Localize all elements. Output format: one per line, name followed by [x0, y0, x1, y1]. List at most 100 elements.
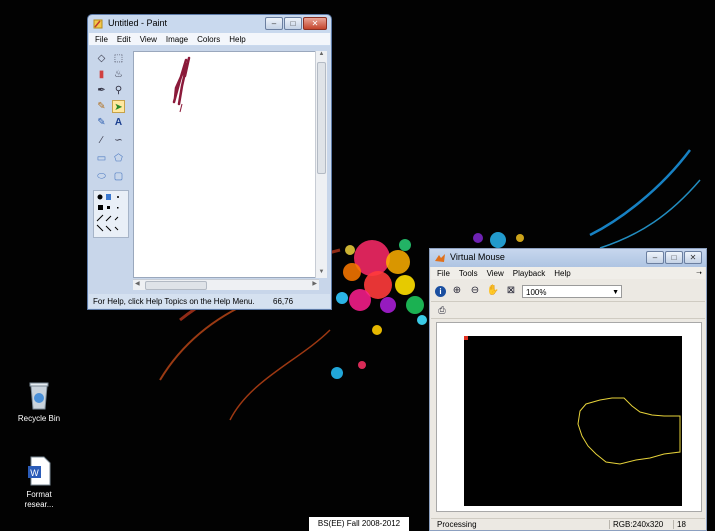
wallpaper-circle [349, 289, 371, 311]
paint-title: Untitled - Paint [108, 18, 168, 28]
zoom-out-icon[interactable]: ⊖ [468, 284, 482, 298]
wallpaper-circle [343, 263, 361, 281]
wallpaper-circle [345, 245, 355, 255]
export-image-icon[interactable]: ⎙ [435, 303, 449, 317]
menu-file[interactable]: File [437, 269, 450, 278]
wallpaper-circle [331, 367, 343, 379]
rounded-rect-tool-icon[interactable]: ▢ [112, 170, 125, 183]
paint-statusbar: For Help, click Help Topics on the Help … [89, 294, 330, 308]
menu-help[interactable]: Help [554, 269, 570, 278]
close-button[interactable]: ✕ [684, 251, 702, 264]
info-icon[interactable]: i [435, 285, 446, 297]
free-select-icon[interactable]: ◇ [95, 52, 108, 65]
vmouse-toolbar-secondary: ⎙ [431, 302, 705, 319]
wallpaper-circle [386, 250, 410, 274]
eraser-icon[interactable]: ▮ [95, 68, 108, 81]
wallpaper-circle [399, 239, 411, 251]
pencil-icon[interactable]: ✎ [95, 100, 108, 113]
pan-hand-icon[interactable]: ✋ [486, 284, 500, 298]
menu-image[interactable]: Image [166, 35, 188, 44]
rectangle-tool-icon[interactable]: ▭ [95, 152, 108, 165]
menu-view[interactable]: View [140, 35, 157, 44]
minimize-button[interactable]: – [646, 251, 664, 264]
line-tool-icon[interactable]: ∕ [95, 134, 108, 147]
frame-counter: 18 [673, 520, 686, 529]
airbrush-icon[interactable]: ✎ [95, 116, 108, 129]
menu-help[interactable]: Help [229, 35, 245, 44]
wallpaper-circle [417, 315, 427, 325]
recycle-bin-icon [29, 382, 49, 410]
menu-playback[interactable]: Playback [513, 269, 545, 278]
menu-view[interactable]: View [487, 269, 504, 278]
close-button[interactable]: ✕ [303, 17, 327, 30]
color-picker-icon[interactable]: ✒ [95, 84, 108, 97]
zoom-in-icon[interactable]: ⊕ [450, 284, 464, 298]
scroll-thumb[interactable] [317, 62, 326, 174]
text-tool-icon[interactable]: A [112, 116, 125, 129]
maximize-button[interactable]: □ [665, 251, 683, 264]
fit-to-window-icon[interactable]: ⊠ [504, 284, 518, 298]
vmouse-menubar: File Tools View Playback Help ➝ [431, 267, 705, 279]
wallpaper-swirl [599, 179, 701, 249]
zoom-level-select[interactable]: 100% ▼ [522, 284, 622, 299]
scroll-up-icon[interactable]: ▲ [316, 51, 327, 60]
drawn-stroke [172, 56, 191, 113]
desktop-icon-label: Recycle Bin [17, 414, 61, 423]
paint-body: ◇ ⬚ ▮ ♨ ✒ ⚲ ✎ ➤ ✎ A ∕ ∽ ▭ ⬠ ⬭ ▢ ▲ ▼ ◀ ▶ [89, 46, 330, 294]
vmouse-toolbar: i ⊕ ⊖ ✋ ⊠ 100% ▼ [431, 281, 705, 302]
wallpaper-circle [490, 232, 506, 248]
desktop-icon-recycle-bin[interactable]: Recycle Bin [14, 380, 64, 424]
paint-canvas[interactable] [133, 51, 319, 278]
chevron-down-icon[interactable]: ▼ [612, 286, 619, 299]
taskbar-label: BS(EE) Fall 2008-2012 [309, 517, 409, 531]
wallpaper-circle [372, 325, 382, 335]
fill-bucket-icon[interactable]: ♨ [112, 68, 125, 81]
brush-size-options-icon[interactable] [93, 190, 129, 238]
menu-edit[interactable]: Edit [117, 35, 131, 44]
status-text: Processing [437, 520, 477, 529]
menu-file[interactable]: File [95, 35, 108, 44]
wallpaper-swirl [589, 149, 691, 237]
desktop-icon-label: Format resear... [24, 490, 54, 509]
video-frame[interactable] [464, 336, 682, 506]
paint-titlebar[interactable]: Untitled - Paint – □ ✕ [88, 15, 331, 33]
paint-window-buttons: – □ ✕ [265, 17, 327, 30]
video-preview-panel [436, 322, 702, 512]
svg-text:W: W [30, 468, 39, 478]
horizontal-scrollbar[interactable]: ◀ ▶ [133, 279, 319, 290]
rect-select-icon[interactable]: ⬚ [112, 52, 125, 65]
scroll-down-icon[interactable]: ▼ [316, 269, 327, 278]
scroll-left-icon[interactable]: ◀ [135, 280, 140, 287]
menu-colors[interactable]: Colors [197, 35, 220, 44]
scroll-right-icon[interactable]: ▶ [312, 280, 317, 287]
polygon-tool-icon[interactable]: ⬠ [112, 152, 125, 165]
menubar-arrow-icon[interactable]: ➝ [696, 269, 702, 277]
vmouse-window-buttons: – □ ✕ [646, 251, 702, 264]
word-document-icon: W [28, 456, 51, 486]
desktop-icon-format-research[interactable]: W Format resear... [14, 456, 64, 510]
status-help-text: For Help, click Help Topics on the Help … [93, 296, 255, 306]
wallpaper-circle [473, 233, 483, 243]
maximize-button[interactable]: □ [284, 17, 302, 30]
paint-window[interactable]: Untitled - Paint – □ ✕ File Edit View Im… [87, 14, 332, 310]
scroll-thumb[interactable] [145, 281, 207, 290]
cursor-coords: 66,76 [273, 296, 294, 306]
virtual-mouse-window[interactable]: Virtual Mouse – □ ✕ File Tools View Play… [429, 248, 707, 531]
vertical-scrollbar[interactable]: ▲ ▼ [315, 51, 327, 278]
magnifier-icon[interactable]: ⚲ [112, 84, 125, 97]
paint-menubar: File Edit View Image Colors Help [89, 33, 330, 45]
wallpaper-circle [358, 361, 366, 369]
hand-contour [464, 336, 681, 465]
vmouse-titlebar[interactable]: Virtual Mouse – □ ✕ [430, 249, 706, 267]
curve-tool-icon[interactable]: ∽ [112, 134, 125, 147]
brush-icon[interactable]: ➤ [112, 100, 125, 113]
image-info: RGB:240x320 [609, 520, 673, 529]
vmouse-title: Virtual Mouse [450, 252, 505, 262]
wallpaper-swirl [229, 329, 331, 421]
menu-tools[interactable]: Tools [459, 269, 478, 278]
wallpaper-circle [395, 275, 415, 295]
wallpaper-circle [406, 296, 424, 314]
paint-app-icon [93, 19, 103, 29]
ellipse-tool-icon[interactable]: ⬭ [95, 170, 108, 183]
minimize-button[interactable]: – [265, 17, 283, 30]
